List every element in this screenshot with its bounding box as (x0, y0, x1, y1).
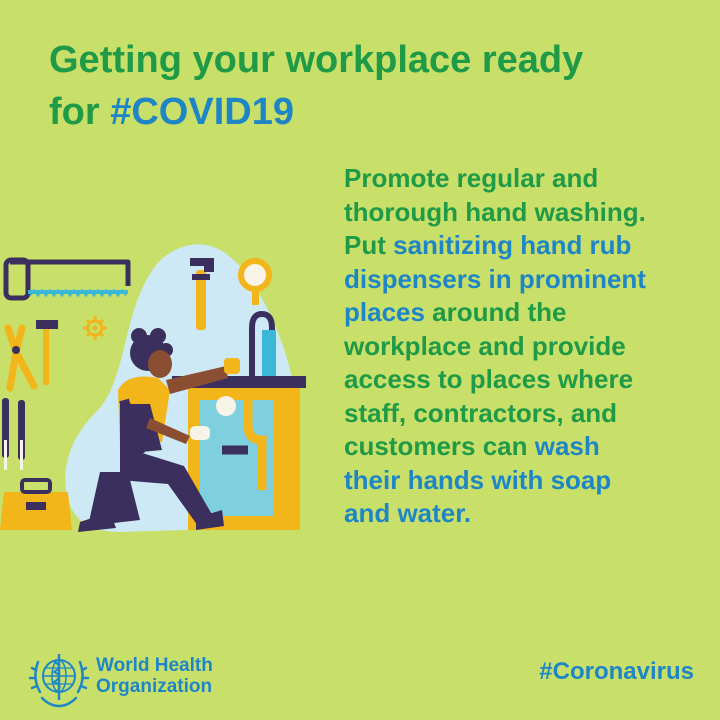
hacksaw-icon (3, 257, 131, 301)
pliers-icon (4, 324, 38, 392)
plumber-illustration (0, 244, 306, 533)
who-emblem-icon (28, 654, 90, 708)
organization-name: World Health Organization (96, 655, 213, 697)
gear-icon (83, 316, 107, 340)
screwdriver-icon (2, 398, 25, 470)
coronavirus-hashtag: #Coronavirus (539, 658, 694, 685)
toolbox-icon (0, 478, 72, 530)
hand-washing-advice: Promote regular and thorough hand washing… (344, 162, 714, 531)
hammer-icon (36, 320, 58, 385)
org-name-line2: Organization (96, 676, 213, 697)
page-title: Getting your workplace ready for #COVID1… (49, 34, 689, 138)
org-name-line1: World Health (96, 655, 213, 676)
covid-hashtag: #COVID19 (110, 91, 294, 133)
title-line2-prefix: for (49, 91, 111, 133)
title-line1: Getting your workplace ready (49, 39, 584, 81)
infographic-card: Getting your workplace ready for #COVID1… (0, 0, 720, 720)
